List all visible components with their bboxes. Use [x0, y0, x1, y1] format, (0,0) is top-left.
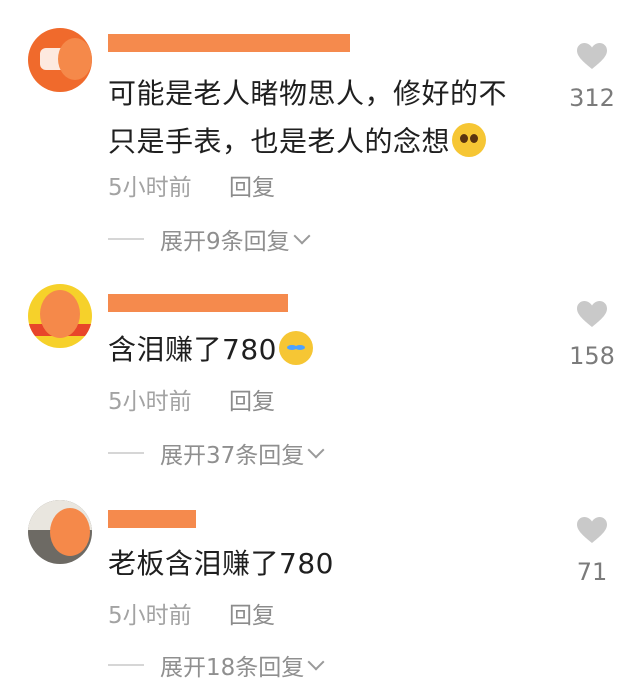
comment-text: 含泪赚了780 [108, 326, 313, 374]
avatar[interactable] [28, 284, 92, 348]
comment-meta: 5小时前 回复 [108, 596, 275, 630]
chevron-down-icon [293, 227, 311, 245]
like-button[interactable]: 312 [564, 42, 620, 112]
username-redacted[interactable] [108, 294, 288, 312]
chevron-down-icon [307, 441, 325, 459]
timestamp: 5小时前 [108, 603, 192, 629]
like-button[interactable]: 158 [564, 300, 620, 370]
expand-replies-button[interactable]: 展开18条回复 [108, 648, 325, 682]
avatar[interactable] [28, 28, 92, 92]
laughing-tears-emoji [278, 331, 313, 365]
username-redacted[interactable] [108, 34, 350, 52]
expand-replies-label: 展开37条回复 [160, 443, 305, 469]
heart-icon [577, 43, 607, 69]
username-redacted[interactable] [108, 510, 196, 528]
pleading-face-emoji [452, 123, 487, 157]
comment-text: 可能是老人睹物思人，修好的不 只是手表，也是老人的念想 [108, 77, 508, 158]
reply-button[interactable]: 回复 [229, 168, 275, 202]
avatar[interactable] [28, 500, 92, 564]
comment-item: 老板含泪赚了780 5小时前 回复 展开18条回复 71 [0, 480, 640, 688]
reply-button[interactable]: 回复 [229, 382, 275, 416]
expand-replies-label: 展开9条回复 [160, 229, 290, 255]
timestamp: 5小时前 [108, 389, 192, 415]
chevron-down-icon [307, 653, 325, 671]
timestamp: 5小时前 [108, 175, 192, 201]
heart-icon [577, 517, 607, 543]
expand-replies-button[interactable]: 展开9条回复 [108, 222, 311, 256]
heart-icon [577, 301, 607, 327]
expand-replies-button[interactable]: 展开37条回复 [108, 436, 325, 470]
comment-meta: 5小时前 回复 [108, 168, 275, 202]
comment-item: 含泪赚了780 5小时前 回复 展开37条回复 158 [0, 262, 640, 472]
like-count: 312 [569, 84, 615, 112]
comment-meta: 5小时前 回复 [108, 382, 275, 416]
like-count: 71 [576, 558, 608, 586]
like-count: 158 [569, 342, 615, 370]
divider [108, 238, 144, 240]
like-button[interactable]: 71 [564, 516, 620, 586]
divider [108, 452, 144, 454]
comment-text: 老板含泪赚了780 [108, 547, 334, 580]
divider [108, 664, 144, 666]
comment-item: 可能是老人睹物思人，修好的不 只是手表，也是老人的念想 5小时前 回复 展开9条… [0, 0, 640, 255]
reply-button[interactable]: 回复 [229, 596, 275, 630]
expand-replies-label: 展开18条回复 [160, 655, 305, 681]
